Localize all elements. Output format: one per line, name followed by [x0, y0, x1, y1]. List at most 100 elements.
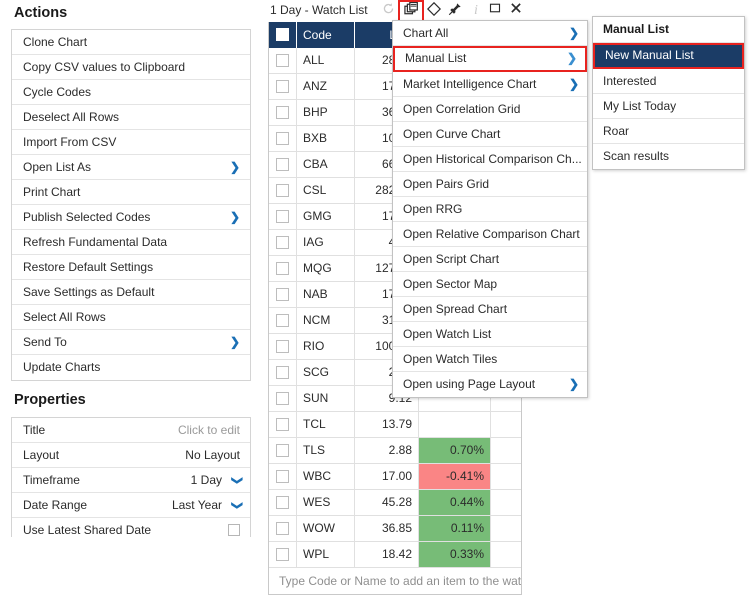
action-item[interactable]: Print Chart	[12, 180, 250, 205]
row-checkbox[interactable]	[276, 236, 289, 249]
table-row[interactable]: TCL 13.79	[269, 411, 521, 437]
row-checkbox[interactable]	[276, 314, 289, 327]
submenu-item[interactable]: My List Today	[593, 94, 744, 119]
property-row[interactable]: Use Latest Shared Date	[12, 518, 250, 537]
row-select-cell[interactable]	[269, 412, 297, 437]
row-select-cell[interactable]	[269, 490, 297, 515]
info-icon[interactable]: i	[467, 2, 485, 20]
table-row[interactable]: WES 45.28 0.44%	[269, 489, 521, 515]
diamond-icon[interactable]	[425, 2, 443, 20]
row-select-cell[interactable]	[269, 282, 297, 307]
action-item[interactable]: Save Settings as Default	[12, 280, 250, 305]
property-value[interactable]: Click to edit	[178, 418, 240, 443]
property-value[interactable]: 1 Day	[191, 468, 222, 493]
pin-icon[interactable]	[446, 2, 464, 20]
context-menu-item[interactable]: Chart All ❯	[393, 21, 587, 46]
context-menu-item[interactable]: Manual List ❯	[393, 46, 587, 72]
property-checkbox[interactable]	[228, 524, 240, 536]
row-select-cell[interactable]	[269, 438, 297, 463]
row-checkbox[interactable]	[276, 418, 289, 431]
row-select-cell[interactable]	[269, 542, 297, 567]
row-checkbox[interactable]	[276, 210, 289, 223]
context-menu-item[interactable]: Open Sector Map	[393, 272, 587, 297]
context-menu-item[interactable]: Open Watch List	[393, 322, 587, 347]
refresh-icon[interactable]	[379, 2, 397, 20]
action-item[interactable]: Deselect All Rows	[12, 105, 250, 130]
table-row[interactable]: TLS 2.88 0.70%	[269, 437, 521, 463]
row-checkbox[interactable]	[276, 496, 289, 509]
maximize-icon[interactable]	[486, 2, 504, 20]
submenu-item[interactable]: Interested	[593, 69, 744, 94]
property-row[interactable]: Timeframe 1 Day ❯	[12, 468, 250, 493]
row-select-cell[interactable]	[269, 178, 297, 203]
row-select-cell[interactable]	[269, 152, 297, 177]
context-menu-item[interactable]: Open using Page Layout ❯	[393, 372, 587, 397]
row-checkbox[interactable]	[276, 106, 289, 119]
row-select-cell[interactable]	[269, 48, 297, 73]
row-checkbox[interactable]	[276, 444, 289, 457]
row-select-cell[interactable]	[269, 126, 297, 151]
table-row[interactable]: WBC 17.00 -0.41%	[269, 463, 521, 489]
property-row[interactable]: Title Click to edit	[12, 418, 250, 443]
row-checkbox[interactable]	[276, 54, 289, 67]
select-all-header[interactable]	[269, 22, 297, 48]
row-select-cell[interactable]	[269, 100, 297, 125]
row-select-cell[interactable]	[269, 464, 297, 489]
action-item[interactable]: Copy CSV values to Clipboard	[12, 55, 250, 80]
row-checkbox[interactable]	[276, 392, 289, 405]
row-checkbox[interactable]	[276, 288, 289, 301]
chevron-down-icon[interactable]: ❯	[224, 476, 249, 485]
submenu-item[interactable]: Roar	[593, 119, 744, 144]
action-item[interactable]: Publish Selected Codes ❯	[12, 205, 250, 230]
add-item-input[interactable]: Type Code or Name to add an item to the …	[269, 567, 521, 594]
row-select-cell[interactable]	[269, 360, 297, 385]
context-menu-item[interactable]: Open RRG	[393, 197, 587, 222]
action-item[interactable]: Restore Default Settings	[12, 255, 250, 280]
row-select-cell[interactable]	[269, 516, 297, 541]
context-menu-item[interactable]: Market Intelligence Chart ❯	[393, 72, 587, 97]
property-row[interactable]: Layout No Layout	[12, 443, 250, 468]
row-select-cell[interactable]	[269, 308, 297, 333]
action-item[interactable]: Send To ❯	[12, 330, 250, 355]
context-menu-item[interactable]: Open Correlation Grid	[393, 97, 587, 122]
close-icon[interactable]	[507, 2, 525, 20]
row-select-cell[interactable]	[269, 334, 297, 359]
row-checkbox[interactable]	[276, 366, 289, 379]
row-checkbox[interactable]	[276, 522, 289, 535]
property-value[interactable]: Last Year	[172, 493, 222, 518]
select-all-checkbox[interactable]	[276, 28, 289, 41]
property-row[interactable]: Date Range Last Year ❯	[12, 493, 250, 518]
action-item[interactable]: Refresh Fundamental Data	[12, 230, 250, 255]
property-value[interactable]: No Layout	[185, 443, 240, 468]
row-select-cell[interactable]	[269, 204, 297, 229]
table-row[interactable]: WPL 18.42 0.33%	[269, 541, 521, 567]
row-select-cell[interactable]	[269, 230, 297, 255]
action-item[interactable]: Update Charts	[12, 355, 250, 380]
submenu-item[interactable]: Scan results	[593, 144, 744, 169]
row-checkbox[interactable]	[276, 548, 289, 561]
context-menu-item[interactable]: Open Spread Chart	[393, 297, 587, 322]
row-checkbox[interactable]	[276, 132, 289, 145]
row-checkbox[interactable]	[276, 184, 289, 197]
row-checkbox[interactable]	[276, 340, 289, 353]
action-item[interactable]: Clone Chart	[12, 30, 250, 55]
row-checkbox[interactable]	[276, 80, 289, 93]
context-menu-item[interactable]: Open Script Chart	[393, 247, 587, 272]
row-select-cell[interactable]	[269, 256, 297, 281]
submenu-item[interactable]: New Manual List	[593, 43, 744, 69]
row-checkbox[interactable]	[276, 470, 289, 483]
context-menu-item[interactable]: Open Relative Comparison Chart	[393, 222, 587, 247]
row-select-cell[interactable]	[269, 386, 297, 411]
row-select-cell[interactable]	[269, 74, 297, 99]
context-menu-item[interactable]: Open Historical Comparison Ch...	[393, 147, 587, 172]
action-item[interactable]: Select All Rows	[12, 305, 250, 330]
action-item[interactable]: Cycle Codes	[12, 80, 250, 105]
context-menu-item[interactable]: Open Curve Chart	[393, 122, 587, 147]
column-header-code[interactable]: Code	[297, 22, 355, 48]
row-checkbox[interactable]	[276, 262, 289, 275]
action-item[interactable]: Import From CSV	[12, 130, 250, 155]
context-menu-item[interactable]: Open Pairs Grid	[393, 172, 587, 197]
table-row[interactable]: WOW 36.85 0.11%	[269, 515, 521, 541]
row-checkbox[interactable]	[276, 158, 289, 171]
context-menu-item[interactable]: Open Watch Tiles	[393, 347, 587, 372]
